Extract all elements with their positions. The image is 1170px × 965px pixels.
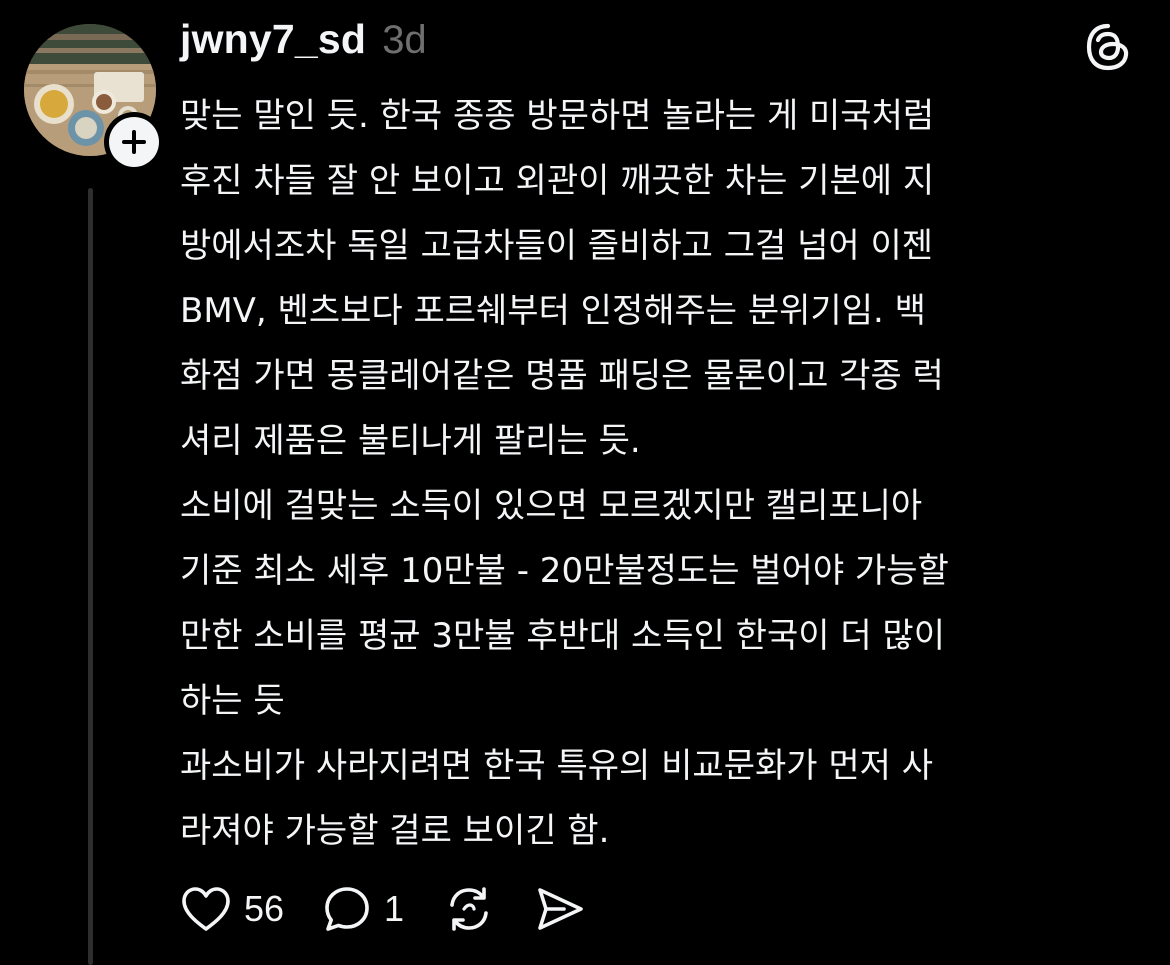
reply-button[interactable]: 1: [322, 884, 404, 934]
post-body: 맞는 말인 듯. 한국 종종 방문하면 놀라는 게 미국처럼 후진 차들 잘 안…: [180, 84, 1140, 864]
post-paragraph-3: 과소비가 사라지려면 한국 특유의 비교문화가 먼저 사 라져야 가능할 걸로 …: [180, 746, 934, 851]
follow-button[interactable]: [104, 112, 164, 172]
repost-button[interactable]: [442, 883, 496, 935]
like-button[interactable]: 56: [180, 885, 284, 933]
threads-logo-icon[interactable]: [1083, 22, 1133, 72]
action-bar: 56 1: [180, 878, 624, 940]
share-button[interactable]: [534, 884, 586, 934]
thread-post: jwny7_sd 3d 맞는 말인 듯. 한국 종종 방문하면 놀라는 게 미국…: [0, 0, 1170, 965]
thread-line: [88, 188, 93, 965]
timestamp: 3d: [382, 18, 427, 62]
send-icon: [538, 888, 583, 930]
repost-icon: [450, 887, 488, 931]
like-count: 56: [244, 888, 285, 929]
post-paragraph-2: 소비에 걸맞는 소득이 있으면 모르겠지만 캘리포니아 기준 최소 세후 10만…: [180, 486, 949, 721]
post-paragraph-1: 맞는 말인 듯. 한국 종종 방문하면 놀라는 게 미국처럼 후진 차들 잘 안…: [180, 96, 944, 461]
comment-icon: [325, 887, 369, 931]
reply-count: 1: [384, 888, 405, 929]
username[interactable]: jwny7_sd: [180, 16, 366, 63]
heart-icon: [182, 887, 230, 931]
plus-icon: [122, 130, 146, 154]
post-header: jwny7_sd 3d: [180, 16, 427, 74]
